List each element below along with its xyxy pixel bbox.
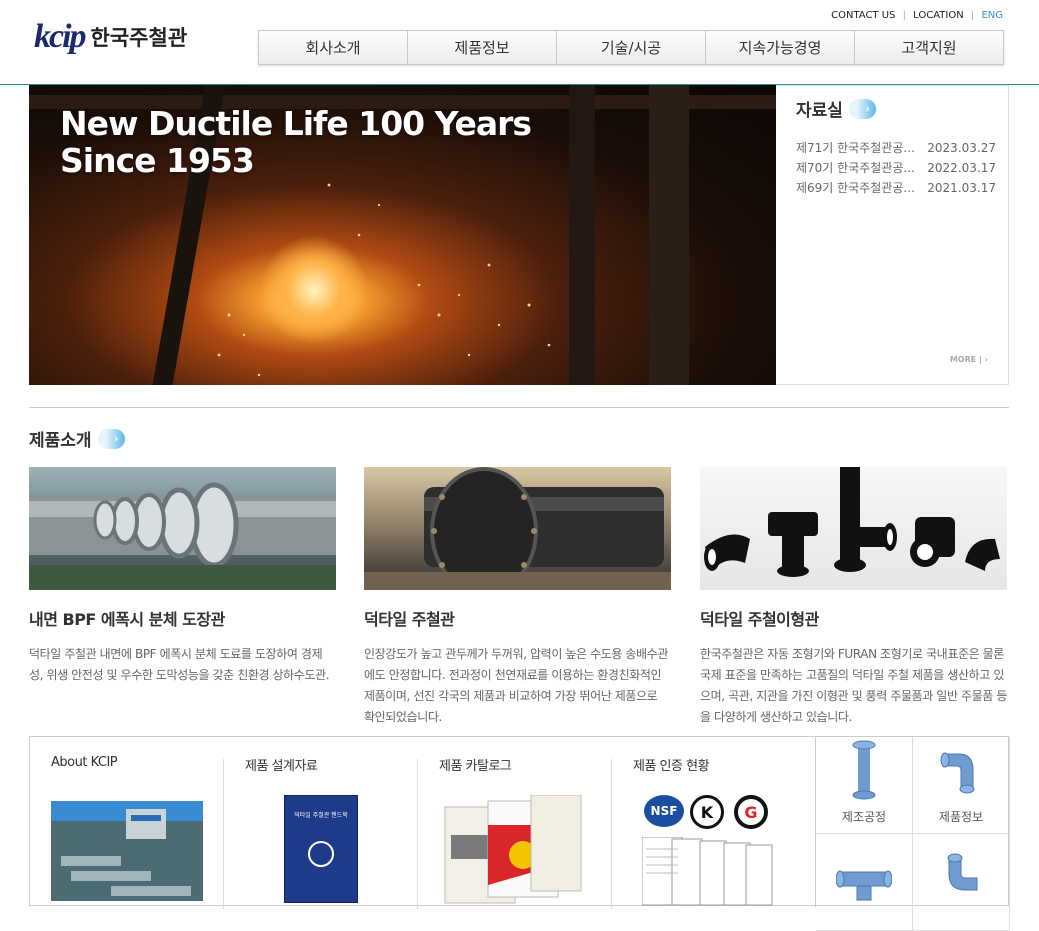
archive-panel: 자료실 › 제71기 한국주철관공... 2023.03.27 제70기 한국주… (776, 85, 1009, 385)
product-card[interactable]: 내면 BPF 에폭시 분체 도장관 덕타일 주철관 내면에 BPF 에폭시 분체… (29, 467, 336, 686)
archive-item-date: 2022.03.17 (927, 161, 996, 175)
site-logo[interactable]: kcip 한국주철관 (34, 18, 187, 56)
handbook-cover[interactable]: 덕타일 주철관 핸드북 (284, 795, 358, 903)
catalog-title[interactable]: 제품 카탈로그 (439, 755, 512, 774)
nav-company[interactable]: 회사소개 (259, 31, 408, 64)
nav-sustainability[interactable]: 지속가능경영 (706, 31, 855, 64)
archive-item-title: 제71기 한국주철관공... (796, 141, 915, 155)
handbook-title: 덕타일 주철관 핸드북 (294, 812, 348, 819)
quick-manufacturing-process[interactable]: 제조공정 (816, 737, 913, 834)
archive-title[interactable]: 자료실 › (796, 96, 876, 121)
ks-mark-icon: K (690, 795, 724, 829)
pipe-illustration (29, 482, 336, 590)
certificate-docs[interactable] (642, 837, 774, 907)
hero-headline: New Ductile Life 100 Years Since 1953 (60, 104, 532, 180)
arrow-right-icon[interactable]: › (848, 98, 876, 119)
archive-list: 제71기 한국주철관공... 2023.03.27 제70기 한국주철관공...… (796, 138, 996, 198)
product-title[interactable]: 내면 BPF 에폭시 분체 도장관 (29, 606, 336, 630)
logo-text: 한국주철관 (90, 26, 188, 50)
bottom-links-panel: About KCIP 제품 설계자료 덕타일 주철관 핸드북 제품 카탈로그 제… (29, 736, 1010, 931)
gr-mark-icon: G (734, 795, 768, 829)
product-image-fittings[interactable] (700, 467, 1007, 590)
catalog-block[interactable]: 제품 카탈로그 (418, 737, 612, 909)
nav-products[interactable]: 제품정보 (408, 31, 557, 64)
list-item[interactable]: 제70기 한국주철관공... 2022.03.17 (796, 158, 996, 178)
nav-technology[interactable]: 기술/시공 (557, 31, 706, 64)
archive-item-title: 제69기 한국주철관공... (796, 181, 915, 195)
hero-line2: Since 1953 (60, 141, 255, 180)
nsf-logo-icon: NSF (644, 795, 684, 827)
utility-nav: CONTACT US | LOCATION | ENG (829, 10, 1005, 21)
catalog-covers[interactable] (443, 795, 583, 905)
util-separator: | (970, 10, 975, 21)
product-description: 인장강도가 높고 관두께가 두꺼워, 압력이 높은 수도용 송배수관에도 안정합… (364, 647, 668, 724)
design-data-title[interactable]: 제품 설계자료 (245, 755, 318, 774)
tee-pipe-icon (836, 870, 892, 901)
quick-tee-fitting[interactable] (816, 834, 913, 931)
nav-support[interactable]: 고객지원 (855, 31, 1003, 64)
util-separator: | (902, 10, 906, 21)
product-image-bpf-pipe[interactable] (29, 467, 336, 590)
section-divider (29, 407, 1009, 408)
products-section-title[interactable]: 제품소개 › (29, 426, 125, 451)
quick-product-info[interactable]: 제품정보 (913, 737, 1010, 834)
more-link[interactable]: MORE | › (950, 355, 988, 364)
pipe-icon (852, 740, 876, 800)
pipe-illustration (364, 467, 671, 590)
archive-item-date: 2023.03.27 (927, 141, 996, 155)
list-item[interactable]: 제69기 한국주철관공... 2021.03.17 (796, 178, 996, 198)
certification-block[interactable]: 제품 인증 현황 NSF K G (612, 737, 806, 907)
design-data-block[interactable]: 제품 설계자료 덕타일 주철관 핸드북 (224, 737, 418, 909)
about-kcip-block[interactable]: About KCIP (30, 737, 224, 909)
product-card[interactable]: 덕타일 주철관 인장강도가 높고 관두께가 두꺼워, 압력이 높은 수도용 송배… (364, 467, 671, 728)
quick-label: 제품정보 (938, 810, 984, 824)
quick-elbow-fitting[interactable] (913, 834, 1010, 931)
about-kcip-title[interactable]: About KCIP (51, 755, 118, 770)
elbow-pipe-icon (947, 853, 978, 891)
hero-banner: New Ductile Life 100 Years Since 1953 (29, 85, 776, 385)
product-description: 덕타일 주철관 내면에 BPF 에폭시 분체 도료를 도장하여 경제성, 위생 … (29, 647, 330, 682)
list-item[interactable]: 제71기 한국주철관공... 2023.03.27 (796, 138, 996, 158)
archive-title-text: 자료실 (796, 101, 843, 121)
gear-icon (308, 841, 334, 867)
arrow-right-icon[interactable]: › (97, 428, 125, 449)
site-header: kcip 한국주철관 CONTACT US | LOCATION | ENG 회… (0, 0, 1039, 85)
logo-mark: kcip (34, 18, 87, 55)
product-description: 한국주철관은 자동 조형기와 FURAN 조형기로 국내표준은 물론 국제 표준… (700, 647, 1007, 724)
archive-item-date: 2021.03.17 (927, 181, 996, 195)
location-link[interactable]: LOCATION (913, 10, 964, 21)
certification-title[interactable]: 제품 인증 현황 (633, 755, 710, 774)
factory-photo[interactable] (51, 801, 203, 901)
product-image-ductile-pipe[interactable] (364, 467, 671, 590)
products-title-text: 제품소개 (29, 431, 92, 451)
main-nav: 회사소개 제품정보 기술/시공 지속가능경영 고객지원 (258, 30, 1004, 65)
archive-item-title: 제70기 한국주철관공... (796, 161, 915, 175)
contact-us-link[interactable]: CONTACT US (831, 10, 895, 21)
product-title[interactable]: 덕타일 주철이형관 (700, 606, 1007, 630)
quick-menu: 제조공정 제품정보 (815, 737, 1010, 931)
fittings-illustration (704, 467, 1000, 577)
product-card[interactable]: 덕타일 주철이형관 한국주철관은 자동 조형기와 FURAN 조형기로 국내표준… (700, 467, 1007, 728)
product-title[interactable]: 덕타일 주철관 (364, 606, 671, 630)
english-link[interactable]: ENG (981, 10, 1003, 21)
hero-line1: New Ductile Life 100 Years (60, 104, 532, 143)
elbow-pipe-icon (940, 752, 975, 794)
quick-label: 제조공정 (841, 810, 887, 824)
